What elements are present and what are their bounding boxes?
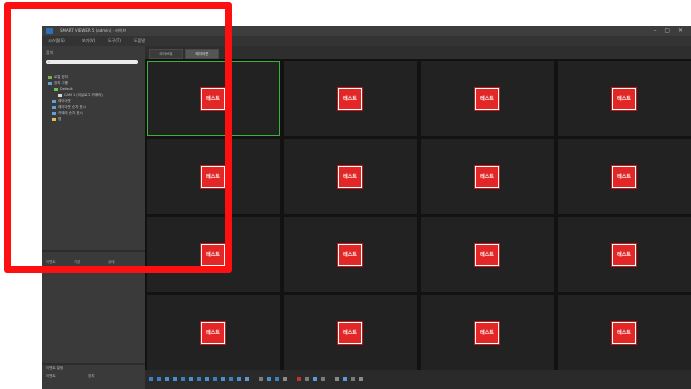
- camera-status-badge: 테스트: [475, 88, 499, 110]
- camera-cell[interactable]: 테스트: [284, 139, 417, 214]
- camera-cell[interactable]: 테스트: [558, 61, 691, 136]
- toolbar-button-icon[interactable]: [237, 377, 241, 381]
- toolbar-button-icon[interactable]: [321, 377, 325, 381]
- camera-cell[interactable]: 테스트: [558, 295, 691, 370]
- toolbar-button-icon[interactable]: [351, 377, 355, 381]
- toolbar-button-icon[interactable]: [275, 377, 279, 381]
- camera-cell[interactable]: 테스트: [421, 217, 554, 292]
- toolbar-button-icon[interactable]: [205, 377, 209, 381]
- camera-cell[interactable]: 테스트: [284, 61, 417, 136]
- toolbar-button-icon[interactable]: [267, 377, 271, 381]
- camera-cell[interactable]: 테스트: [558, 139, 691, 214]
- toolbar-button-icon[interactable]: [259, 377, 263, 381]
- toolbar-button-icon[interactable]: [173, 377, 177, 381]
- toolbar-button-icon[interactable]: [305, 377, 309, 381]
- toolbar-button-icon[interactable]: [157, 377, 161, 381]
- toolbar-button-icon[interactable]: [189, 377, 193, 381]
- camera-status-badge: 테스트: [612, 88, 636, 110]
- camera-status-badge: 테스트: [475, 166, 499, 188]
- camera-status-badge: 테스트: [612, 244, 636, 266]
- event-panel-title: 이벤트 알림: [46, 366, 64, 370]
- toolbar-button-icon[interactable]: [197, 377, 201, 381]
- camera-cell[interactable]: 테스트: [421, 295, 554, 370]
- camera-status-badge: 테스트: [612, 322, 636, 344]
- camera-cell[interactable]: 테스트: [558, 217, 691, 292]
- camera-status-badge: 테스트: [338, 166, 362, 188]
- camera-status-badge: 테스트: [338, 244, 362, 266]
- toolbar-button-icon[interactable]: [335, 377, 339, 381]
- toolbar-button-icon[interactable]: [165, 377, 169, 381]
- camera-cell[interactable]: 테스트: [147, 295, 280, 370]
- toolbar-button-icon[interactable]: [213, 377, 217, 381]
- toolbar-button-icon[interactable]: [297, 377, 301, 381]
- camera-status-badge: 테스트: [338, 88, 362, 110]
- camera-status-badge: 테스트: [475, 244, 499, 266]
- camera-status-badge: 테스트: [612, 166, 636, 188]
- event-column-event[interactable]: 이벤트: [46, 374, 56, 379]
- sidebar-divider[interactable]: [42, 363, 145, 365]
- toolbar-button-icon[interactable]: [221, 377, 225, 381]
- camera-status-badge: 테스트: [475, 322, 499, 344]
- toolbar-button-icon[interactable]: [283, 377, 287, 381]
- camera-cell[interactable]: 테스트: [421, 139, 554, 214]
- window-controls[interactable]: – ▢ ✕: [653, 26, 686, 36]
- camera-status-badge: 테스트: [201, 322, 225, 344]
- toolbar-button-icon[interactable]: [343, 377, 347, 381]
- camera-status-badge: 테스트: [338, 322, 362, 344]
- toolbar-button-icon[interactable]: [359, 377, 363, 381]
- toolbar-button-icon[interactable]: [229, 377, 233, 381]
- toolbar-button-icon[interactable]: [181, 377, 185, 381]
- camera-cell[interactable]: 테스트: [284, 217, 417, 292]
- annotation-highlight-box: [4, 2, 232, 273]
- event-column-device[interactable]: 장치: [88, 374, 94, 379]
- camera-cell[interactable]: 테스트: [421, 61, 554, 136]
- toolbar-button-icon[interactable]: [149, 377, 153, 381]
- camera-cell[interactable]: 테스트: [284, 295, 417, 370]
- toolbar-button-icon[interactable]: [313, 377, 317, 381]
- bottom-toolbar: [145, 370, 691, 389]
- toolbar-button-icon[interactable]: [245, 377, 249, 381]
